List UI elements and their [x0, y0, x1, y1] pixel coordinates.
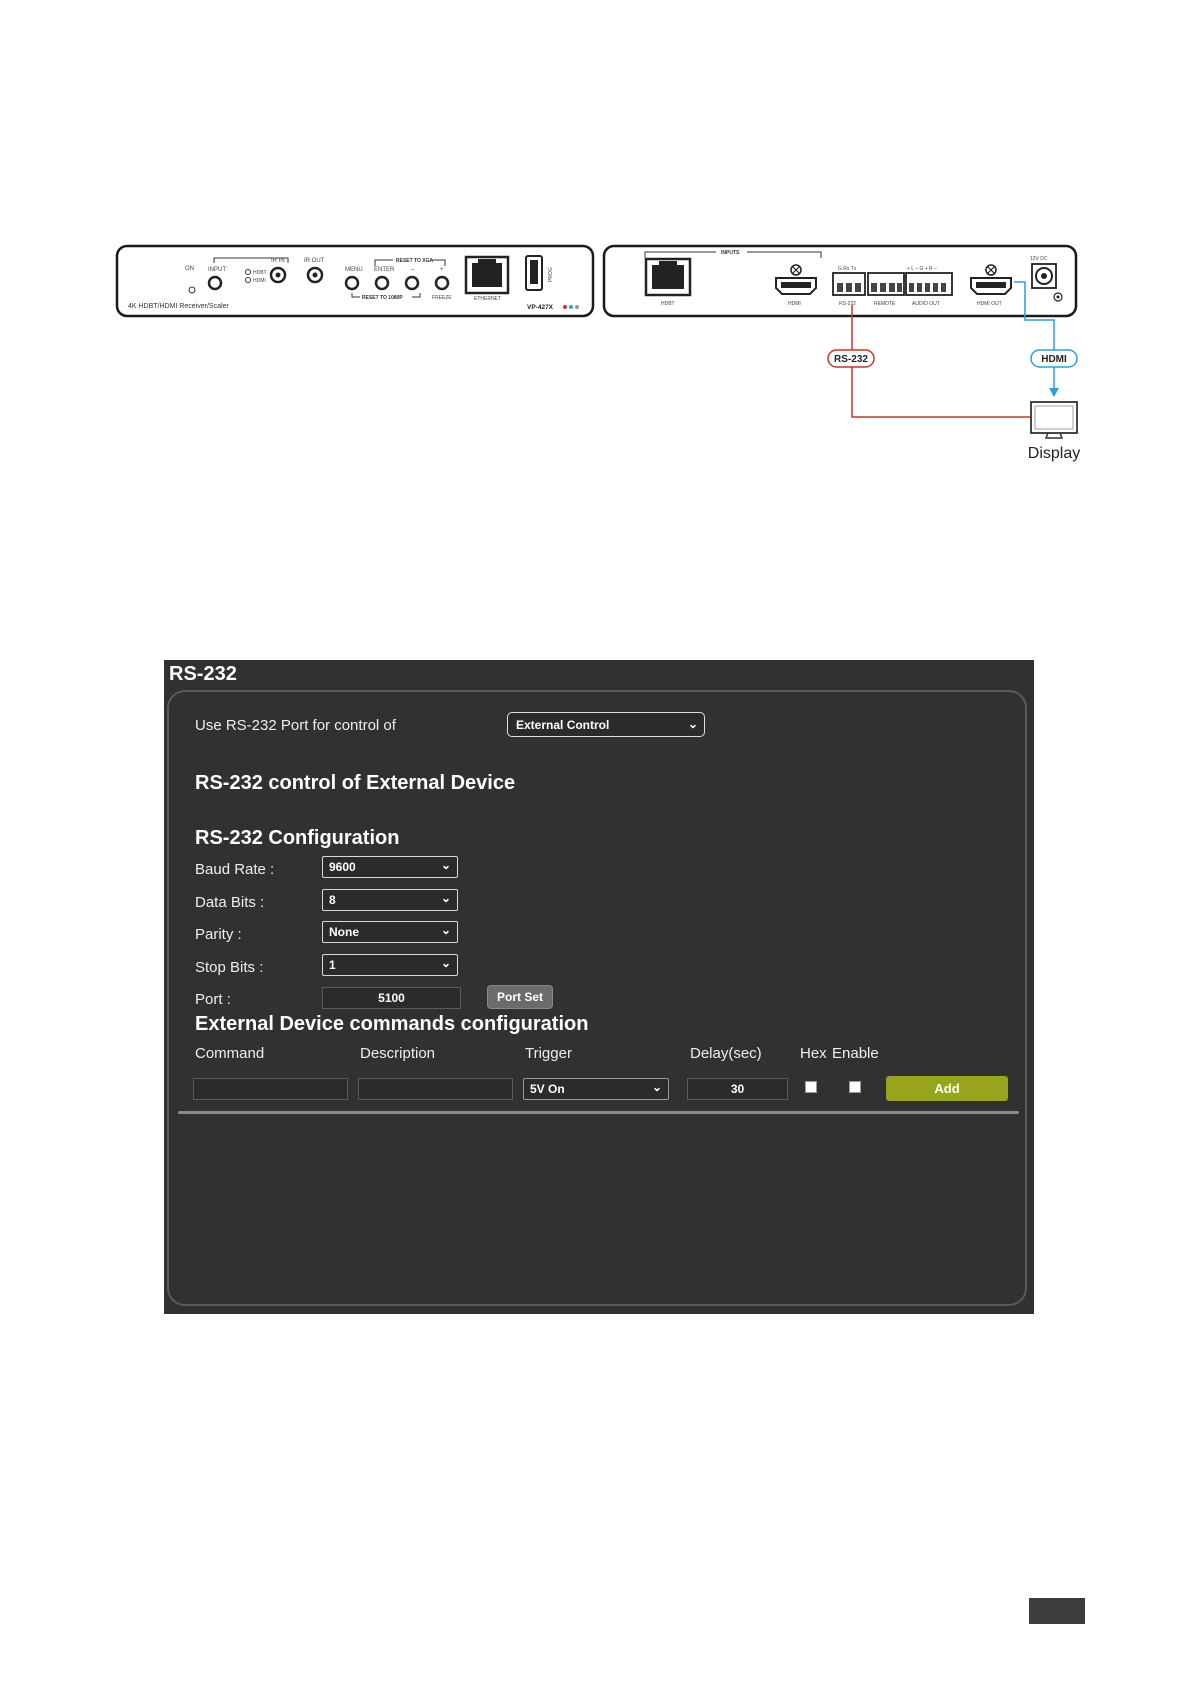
command-input[interactable] [193, 1078, 348, 1100]
reset-xga-label: RESET TO XGA [396, 258, 434, 264]
hdmi-led-label: HDMI [253, 278, 266, 284]
usb-port-icon [525, 255, 543, 291]
port-set-button[interactable]: Port Set [487, 985, 553, 1009]
chevron-down-icon: ⌄ [440, 891, 451, 905]
hdmi-out-label: HDMI OUT [977, 301, 1002, 307]
control-mode-select[interactable]: External Control ⌄ [507, 712, 705, 737]
freeze-label: FREEZE [432, 295, 452, 301]
control-mode-label: Use RS-232 Port for control of [195, 717, 396, 734]
rear-panel: INPUTS HDBT HDMI G Rx Tx RS-232 REMOTE +… [602, 244, 1078, 318]
model-label: VP-427X [527, 304, 554, 311]
on-label: ON [185, 266, 194, 272]
display-label: Display [1028, 445, 1080, 462]
display-icon [1030, 401, 1078, 439]
rs232-cable-label: RS-232 [834, 354, 868, 365]
add-button[interactable]: Add [886, 1076, 1008, 1101]
enable-checkbox[interactable] [849, 1081, 861, 1093]
audio-terminal-icon [905, 272, 953, 296]
remote-terminal-icon [867, 272, 905, 296]
chevron-down-icon: ⌄ [440, 858, 451, 872]
baud-rate-select[interactable]: 9600 ⌄ [322, 856, 458, 878]
column-delay: Delay(sec) [690, 1045, 762, 1062]
page-title: RS-232 [169, 663, 237, 685]
hex-checkbox[interactable] [805, 1081, 817, 1093]
port-label: Port : [195, 991, 231, 1008]
input-label: INPUT [208, 267, 226, 273]
column-description: Description [360, 1045, 436, 1062]
chevron-down-icon: ⌄ [440, 923, 451, 937]
remote-label: REMOTE [874, 301, 896, 307]
ir-in-label: IR IN [271, 258, 285, 264]
rs232-terminal-icon [832, 272, 866, 296]
rs232-settings-panel: RS-232 Use RS-232 Port for control of Ex… [164, 660, 1034, 1314]
data-bits-label: Data Bits : [195, 894, 265, 911]
data-bits-value: 8 [329, 893, 336, 907]
column-enable: Enable [832, 1045, 879, 1062]
prog-label: PROG [548, 267, 554, 282]
chevron-down-icon: ⌄ [651, 1080, 662, 1094]
hdmi-in-label: HDMI [788, 301, 801, 307]
chevron-down-icon: ⌄ [440, 956, 451, 970]
parity-select[interactable]: None ⌄ [322, 921, 458, 943]
parity-value: None [329, 925, 359, 939]
hdbt-led-label: HDBT [253, 270, 267, 276]
column-trigger: Trigger [525, 1045, 572, 1062]
ethernet-label: ETHERNET [474, 296, 501, 302]
plus-label: + [440, 267, 444, 273]
stop-bits-select[interactable]: 1 ⌄ [322, 954, 458, 976]
menu-label: MENU [345, 267, 363, 273]
delay-input[interactable]: 30 [687, 1078, 788, 1100]
hdmi-cable-label: HDMI [1041, 354, 1067, 365]
inputs-label: INPUTS [721, 250, 740, 256]
trigger-select[interactable]: 5V On ⌄ [523, 1078, 669, 1100]
hdbt-port-icon [644, 257, 692, 297]
commands-heading: External Device commands configuration [195, 1013, 589, 1035]
audio-pins-label: + L – G + R – [907, 266, 937, 272]
enter-label: ENTER [374, 267, 395, 273]
rs232-pins-label: G Rx Tx [838, 266, 857, 272]
column-hex: Hex [800, 1045, 827, 1062]
chevron-down-icon: ⌄ [687, 717, 698, 731]
ethernet-port-icon [464, 255, 510, 295]
stop-bits-value: 1 [329, 958, 336, 972]
data-bits-select[interactable]: 8 ⌄ [322, 889, 458, 911]
stop-bits-label: Stop Bits : [195, 959, 264, 976]
baud-rate-value: 9600 [329, 860, 356, 874]
page-number-tab [1029, 1598, 1085, 1624]
description-input[interactable] [358, 1078, 513, 1100]
connection-diagram: ON INPUT HDBT HDMI IR IN IR OUT RESET TO… [0, 0, 1191, 480]
front-panel: ON INPUT HDBT HDMI IR IN IR OUT RESET TO… [115, 244, 595, 318]
baud-rate-label: Baud Rate : [195, 861, 275, 878]
rs232-cable: RS-232 [827, 305, 1030, 418]
power-label: 12V DC [1030, 256, 1048, 262]
reset-1080p-label: RESET TO 1080P [362, 295, 403, 301]
parity-label: Parity : [195, 926, 242, 943]
divider [178, 1111, 1019, 1114]
port-input[interactable]: 5100 [322, 987, 461, 1009]
device-name: 4K HDBT/HDMI Receiver/Scaler [128, 303, 229, 310]
trigger-value: 5V On [530, 1082, 565, 1096]
ir-out-label: IR OUT [304, 258, 325, 264]
rs232-port-label: RS-232 [839, 301, 856, 307]
external-device-heading: RS-232 control of External Device [195, 772, 516, 794]
audio-out-label: AUDIO OUT [912, 301, 940, 307]
control-mode-value: External Control [516, 718, 610, 732]
column-command: Command [195, 1045, 265, 1062]
hdbt-port-label: HDBT [661, 301, 675, 307]
configuration-heading: RS-232 Configuration [195, 827, 400, 849]
